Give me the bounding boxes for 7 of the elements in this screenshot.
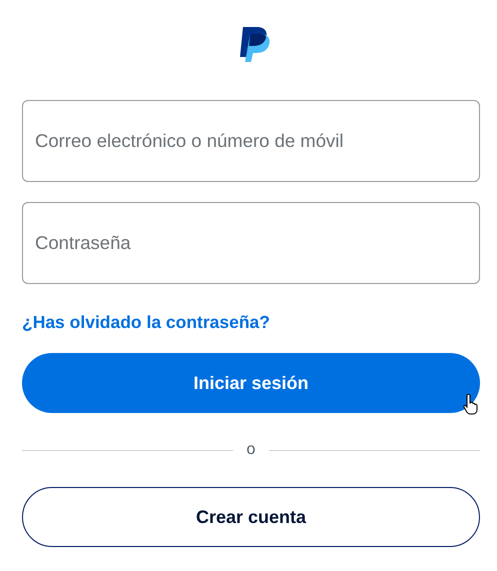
login-button[interactable]: Iniciar sesión: [22, 353, 480, 413]
password-field[interactable]: Contraseña: [22, 202, 480, 284]
create-account-button[interactable]: Crear cuenta: [22, 487, 480, 547]
email-field[interactable]: Correo electrónico o número de móvil: [22, 100, 480, 182]
pointer-cursor-icon: [463, 393, 479, 415]
forgot-password-link[interactable]: ¿Has olvidado la contraseña?: [22, 312, 270, 333]
divider-text: o: [246, 441, 256, 459]
